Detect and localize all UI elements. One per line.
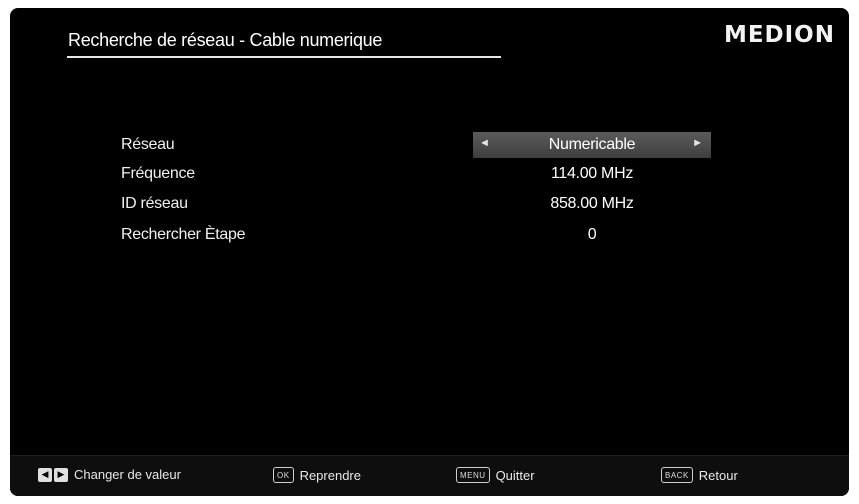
tv-menu-screen: Recherche de réseau - Cable numerique ME… [10,8,849,496]
hint-menu-text: Quitter [495,467,535,483]
menu-key-icon: MENU [456,467,490,483]
medion-logo: MEDION [723,22,835,48]
right-arrow-icon[interactable]: ► [692,137,703,149]
hint-ok[interactable]: OK Reprendre [273,467,361,483]
setting-row-frequency[interactable]: Fréquence 114.00 MHz [10,161,849,189]
hint-menu[interactable]: MENU Quitter [456,467,535,483]
network-value: Numericable [548,136,636,153]
search-step-value: 0 [587,226,597,243]
setting-label-search-step: Rechercher Ètape [121,226,246,243]
hint-ok-text: Reprendre [299,467,361,483]
hint-change-value[interactable]: ◀ ▶ Changer de valeur [38,467,181,482]
setting-row-network[interactable]: Réseau ◄ Numericable ► [10,132,849,160]
page-title: Recherche de réseau - Cable numerique [68,30,383,50]
right-key-icon: ▶ [54,467,68,482]
setting-label-frequency: Fréquence [121,165,195,182]
back-key-icon: BACK [661,467,693,483]
frequency-value: 114.00 MHz [550,165,634,182]
hint-back-text: Retour [698,467,738,483]
left-key-icon: ◀ [38,467,52,482]
hint-back[interactable]: BACK Retour [661,467,738,483]
ok-key-icon: OK [273,467,294,483]
title-underline [67,56,501,58]
setting-row-network-id[interactable]: ID réseau 858.00 MHz [10,191,849,219]
network-selector[interactable]: ◄ Numericable ► [473,132,711,158]
setting-row-search-step[interactable]: Rechercher Ètape 0 [10,222,849,250]
setting-label-network: Réseau [121,136,175,153]
network-id-value: 858.00 MHz [550,195,634,212]
hint-change-text: Changer de valeur [74,467,181,482]
setting-label-network-id: ID réseau [121,195,188,212]
footer-hint-bar: ◀ ▶ Changer de valeur OK Reprendre MENU … [10,455,849,496]
